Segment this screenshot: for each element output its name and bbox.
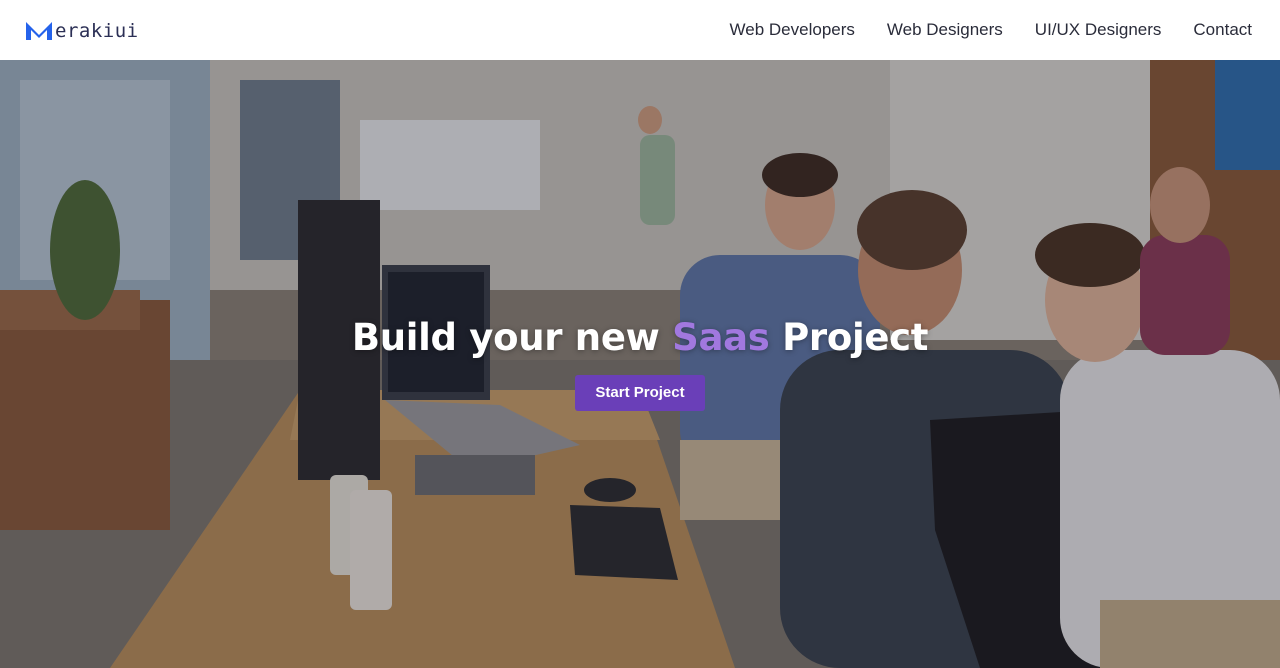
brand-name: erakiui [55,19,139,42]
nav-link-web-developers[interactable]: Web Developers [730,20,855,40]
nav-link-contact[interactable]: Contact [1193,20,1252,40]
nav-links: Web Developers Web Designers UI/UX Desig… [698,0,1252,60]
brand-logo[interactable]: erakiui [24,0,139,60]
logo-icon [26,22,52,40]
hero-title-accent: Saas [672,316,770,359]
hero-title: Build your new Saas Project [0,315,1280,361]
hero-content: Build your new Saas Project Start Projec… [0,315,1280,411]
start-project-button[interactable]: Start Project [575,375,705,411]
nav-link-uiux-designers[interactable]: UI/UX Designers [1035,20,1162,40]
navbar: erakiui Web Developers Web Designers UI/… [0,0,1280,60]
hero-title-end: Project [769,316,929,359]
hero-section: Build your new Saas Project Start Projec… [0,60,1280,668]
nav-link-web-designers[interactable]: Web Designers [887,20,1003,40]
hero-title-start: Build your new [351,316,673,359]
